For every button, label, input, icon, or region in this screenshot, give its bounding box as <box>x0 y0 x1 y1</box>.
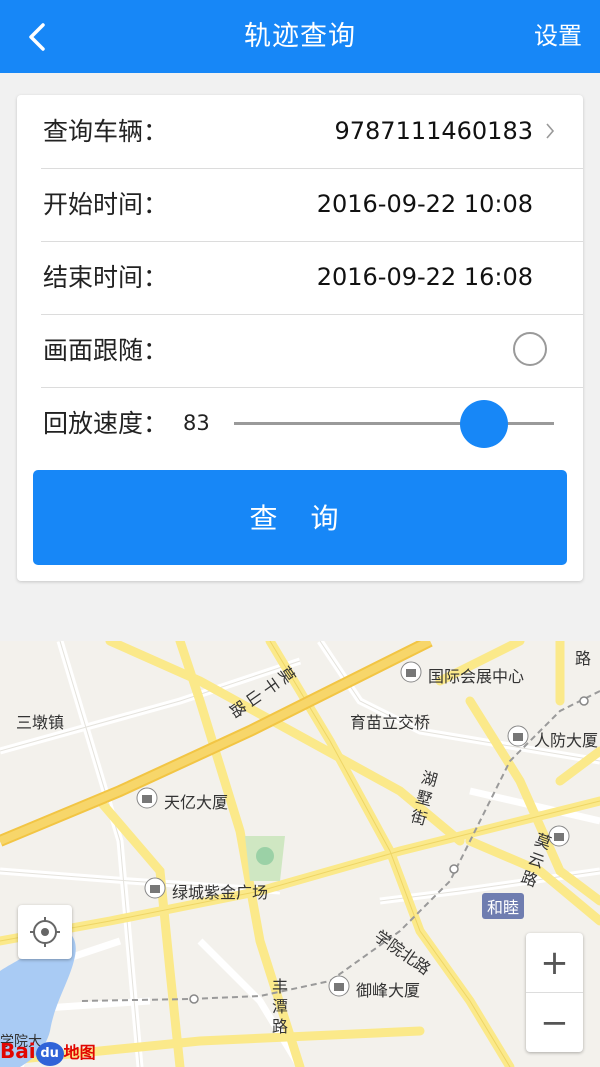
map-roads <box>0 641 600 1067</box>
follow-radio[interactable] <box>513 332 547 366</box>
locate-button[interactable] <box>18 905 72 959</box>
locate-icon <box>30 917 60 947</box>
zoom-control: + − <box>526 933 583 1052</box>
page-title: 轨迹查询 <box>244 21 356 52</box>
map-label: 路 <box>575 649 592 668</box>
map-label: 天亿大厦 <box>164 793 229 812</box>
map-label: 绿城紫金广场 <box>172 883 269 902</box>
map-label: 御峰大厦 <box>356 981 421 1000</box>
map-label: 丰潭路 <box>272 977 289 1036</box>
map-view[interactable]: 三墩镇 国际会展中心 莫干山路 育苗立交桥 人防大厦 天亿大厦 湖墅街 莫云路 … <box>0 641 600 1067</box>
poi-icon <box>400 661 422 683</box>
speed-label: 回放速度： <box>43 409 169 438</box>
map-label: 国际会展中心 <box>428 667 525 686</box>
vehicle-value: 9787111460183 <box>334 117 533 145</box>
poi-icon <box>328 975 350 997</box>
follow-row: 画面跟随： <box>41 314 583 388</box>
app-header: 轨迹查询 设置 <box>0 0 600 73</box>
speed-row: 回放速度： 83 <box>41 387 583 460</box>
baidu-logo: Bai du 地图 <box>0 1039 96 1066</box>
minus-icon: − <box>540 1002 569 1043</box>
follow-label: 画面跟随： <box>43 336 169 365</box>
zoom-in-button[interactable]: + <box>526 933 583 992</box>
plus-icon: + <box>540 942 569 983</box>
speed-value: 83 <box>183 411 210 435</box>
zoom-out-button[interactable]: − <box>526 993 583 1052</box>
end-time-row[interactable]: 结束时间： 2016-09-22 16:08 <box>41 241 583 315</box>
start-time-label: 开始时间： <box>43 190 169 219</box>
poi-icon <box>507 725 529 747</box>
logo-du-text: du <box>35 1041 64 1066</box>
poi-icon <box>136 787 158 809</box>
map-label: 和睦 <box>482 893 525 919</box>
logo-bai-text: Bai <box>0 1039 36 1063</box>
vehicle-label: 查询车辆： <box>43 117 169 146</box>
vehicle-row[interactable]: 查询车辆： 9787111460183 <box>41 95 583 169</box>
start-time-row[interactable]: 开始时间： 2016-09-22 10:08 <box>41 168 583 242</box>
query-form-card: 查询车辆： 9787111460183 开始时间： 2016-09-22 10:… <box>17 95 583 581</box>
start-time-value: 2016-09-22 10:08 <box>316 190 533 218</box>
speed-slider-thumb[interactable] <box>460 400 508 448</box>
query-button[interactable]: 查 询 <box>33 470 567 565</box>
map-label: 育苗立交桥 <box>350 713 431 732</box>
map-label: 三墩镇 <box>16 713 65 732</box>
logo-ditu-text: 地图 <box>63 1043 96 1062</box>
end-time-label: 结束时间： <box>43 263 169 292</box>
end-time-value: 2016-09-22 16:08 <box>316 263 533 291</box>
settings-button[interactable]: 设置 <box>534 0 582 73</box>
chevron-right-icon <box>546 123 555 139</box>
map-label: 人防大厦 <box>534 731 599 750</box>
poi-icon <box>144 877 166 899</box>
